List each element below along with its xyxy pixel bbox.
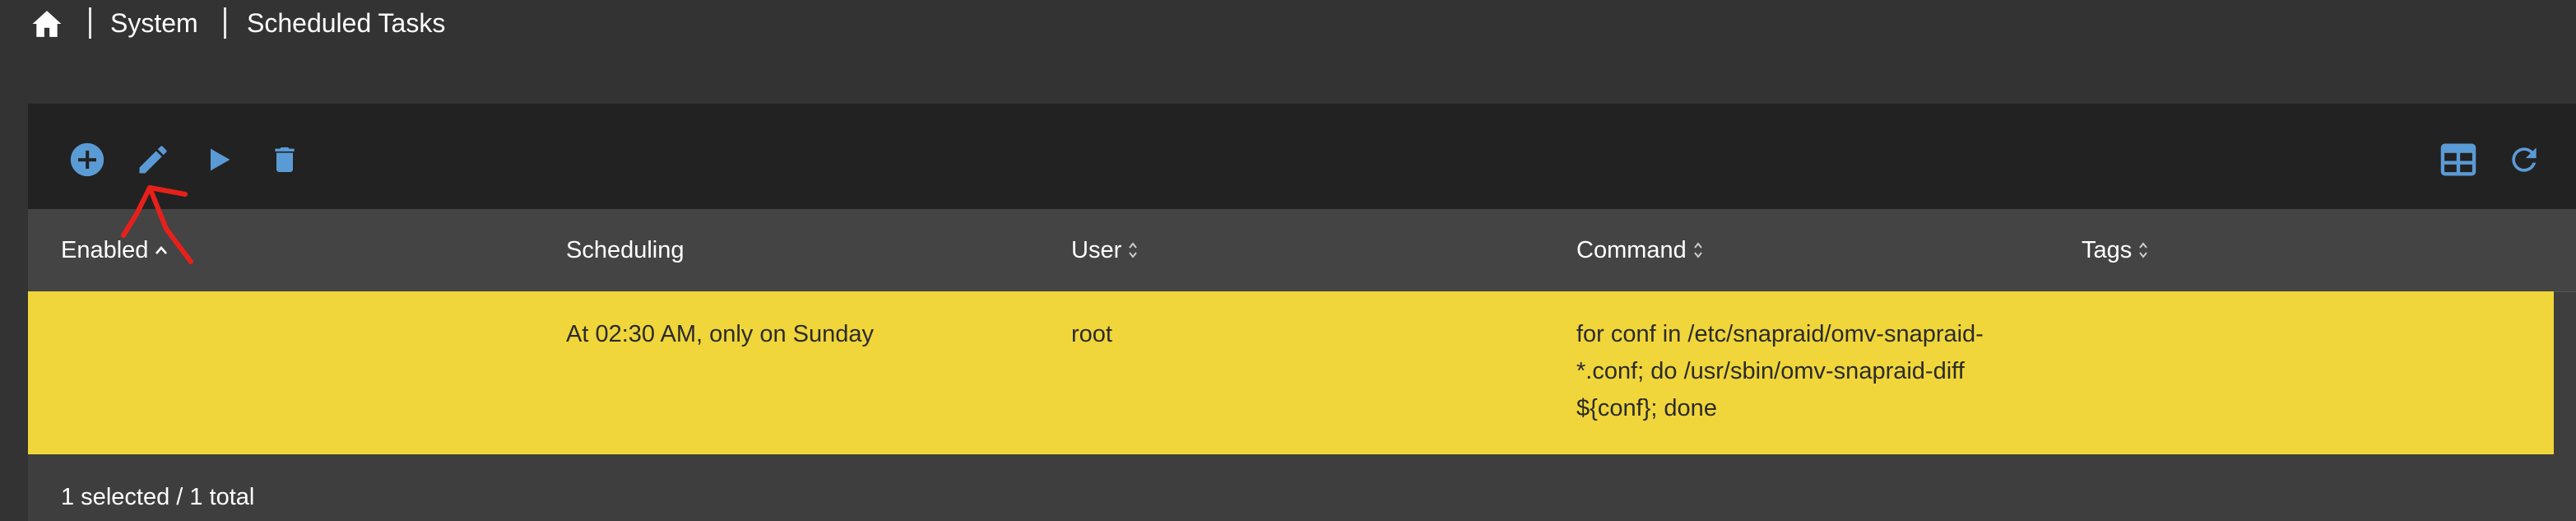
column-header-enabled[interactable]: Enabled xyxy=(61,234,168,267)
run-button[interactable] xyxy=(196,137,242,183)
breadcrumb-system[interactable]: System xyxy=(110,7,198,40)
breadcrumb-separator xyxy=(89,7,91,39)
selection-status: 1 selected / 1 total xyxy=(61,484,255,510)
trash-icon xyxy=(275,147,295,172)
sort-unsorted-icon xyxy=(2138,241,2148,259)
tasks-panel: Enabled Scheduling User Command Tags At … xyxy=(28,104,2576,521)
column-header-scheduling[interactable]: Scheduling xyxy=(566,234,685,267)
sort-unsorted-icon xyxy=(1128,241,1138,259)
command-line: *.conf; do /usr/sbin/omv-snapraid-diff xyxy=(1576,358,1965,384)
table-columns-icon xyxy=(2440,143,2476,176)
cell-user: root xyxy=(1071,321,1112,347)
sort-unsorted-icon xyxy=(1693,241,1703,259)
breadcrumb-scheduled-tasks[interactable]: Scheduled Tasks xyxy=(247,7,445,40)
table-row[interactable]: At 02:30 AM, only on Sunday root for con… xyxy=(28,291,2554,454)
refresh-icon xyxy=(2512,147,2537,172)
toolbar xyxy=(28,104,2576,209)
play-icon xyxy=(211,148,230,171)
sort-ascending-icon xyxy=(155,245,168,255)
edit-button[interactable] xyxy=(130,137,176,183)
pencil-icon xyxy=(139,146,167,174)
add-button[interactable] xyxy=(64,137,110,183)
column-header-user[interactable]: User xyxy=(1071,234,1138,267)
column-header-tags[interactable]: Tags xyxy=(2082,234,2148,267)
command-line: ${conf}; done xyxy=(1576,395,1717,421)
command-line: for conf in /etc/snapraid/omv-snapraid- xyxy=(1576,321,1984,347)
reload-button[interactable] xyxy=(2501,137,2547,183)
table-header: Enabled Scheduling User Command Tags xyxy=(28,209,2576,292)
cell-command: for conf in /etc/snapraid/omv-snapraid- … xyxy=(1576,316,2037,427)
scheduled-tasks-page: System Scheduled Tasks Enabled Schedulin… xyxy=(0,0,2576,521)
home-icon[interactable] xyxy=(30,7,64,41)
delete-button[interactable] xyxy=(262,137,308,183)
breadcrumb-separator xyxy=(224,7,226,39)
column-header-command[interactable]: Command xyxy=(1576,234,1703,267)
columns-button[interactable] xyxy=(2435,137,2481,183)
plus-circle-icon xyxy=(70,142,104,177)
cell-scheduling: At 02:30 AM, only on Sunday xyxy=(566,321,875,347)
